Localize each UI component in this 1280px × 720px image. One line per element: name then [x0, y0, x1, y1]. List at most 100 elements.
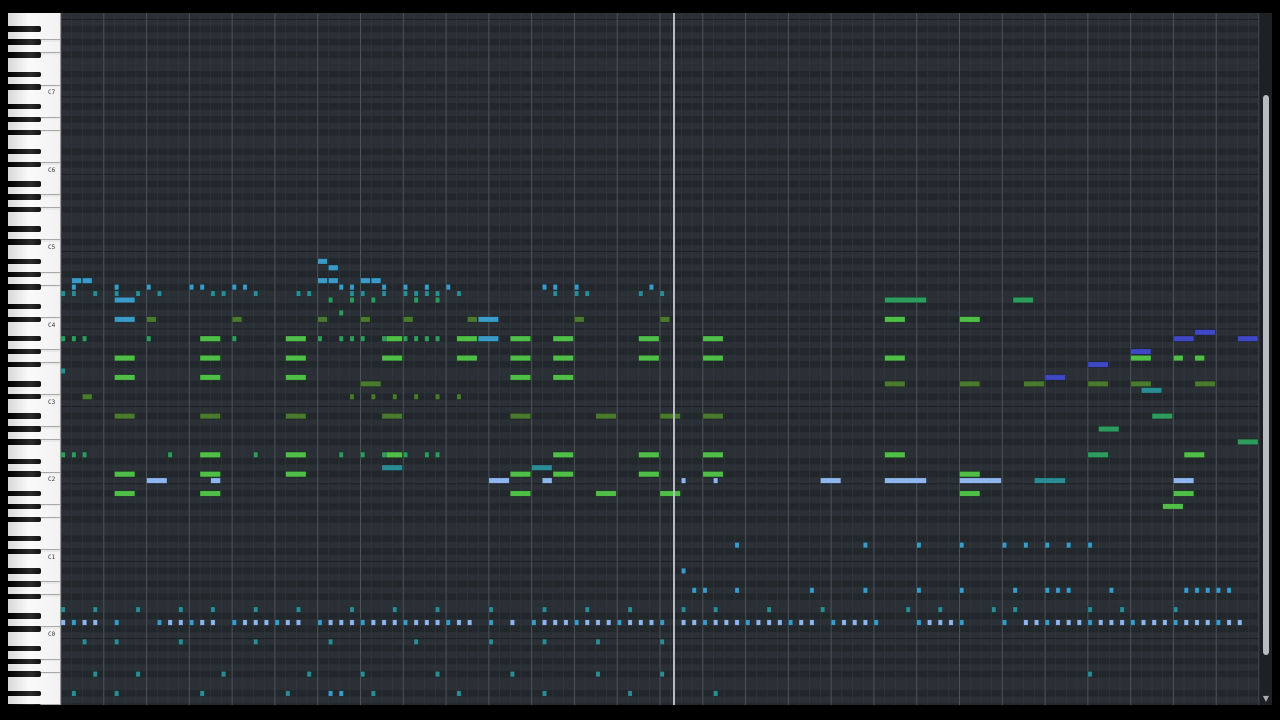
black-key[interactable] [8, 381, 41, 387]
note-teal[interactable] [488, 638, 494, 645]
note-blue[interactable] [114, 296, 136, 304]
note-blue[interactable] [959, 619, 965, 626]
note-light_blue[interactable] [595, 619, 601, 626]
note-light_blue[interactable] [199, 619, 205, 626]
note-teal[interactable] [1173, 606, 1179, 613]
black-key[interactable] [8, 439, 41, 445]
note-teal[interactable] [531, 464, 553, 471]
black-key[interactable] [8, 26, 41, 32]
note-light_blue[interactable] [509, 619, 515, 626]
note-green_mid[interactable] [435, 296, 441, 304]
note-light_blue[interactable] [809, 619, 815, 626]
note-teal[interactable] [381, 464, 403, 471]
black-key[interactable] [8, 39, 41, 45]
note-light_blue[interactable] [263, 619, 269, 626]
note-blue[interactable] [616, 619, 622, 626]
note-teal[interactable] [210, 606, 216, 613]
note-blue[interactable] [328, 690, 334, 697]
note-green_dark[interactable] [574, 316, 585, 323]
note-green_dark[interactable] [349, 393, 355, 400]
note-green_mid[interactable] [360, 335, 366, 342]
note-blue[interactable] [370, 277, 382, 284]
note-green_mid[interactable] [413, 296, 419, 304]
note-light_blue[interactable] [1183, 619, 1189, 626]
note-light_blue[interactable] [777, 619, 783, 626]
note-blue[interactable] [328, 264, 339, 271]
note-indigo[interactable] [1173, 335, 1195, 342]
note-teal[interactable] [991, 606, 997, 613]
note-green_dark[interactable] [1130, 380, 1152, 387]
note-green_bright[interactable] [959, 316, 981, 323]
note-teal[interactable] [296, 290, 301, 297]
note-blue[interactable] [1205, 587, 1211, 594]
black-key[interactable] [8, 161, 41, 168]
note-blue[interactable] [959, 542, 965, 549]
note-blue[interactable] [862, 542, 868, 549]
note-teal[interactable] [1119, 606, 1125, 613]
note-blue[interactable] [681, 567, 687, 574]
note-green_dark[interactable] [370, 393, 376, 400]
note-green_mid[interactable] [328, 296, 334, 304]
note-blue[interactable] [114, 284, 120, 291]
note-blue[interactable] [1108, 587, 1114, 594]
note-teal[interactable] [1141, 387, 1163, 394]
note-green_dark[interactable] [360, 316, 371, 323]
note-indigo[interactable] [1087, 361, 1109, 368]
note-teal[interactable] [71, 290, 77, 297]
note-teal[interactable] [1012, 606, 1018, 613]
note-green_bright[interactable] [1194, 355, 1205, 362]
black-key[interactable] [8, 490, 41, 497]
note-teal[interactable] [402, 290, 408, 297]
note-teal[interactable] [114, 290, 120, 297]
note-blue[interactable] [317, 619, 323, 626]
note-blue[interactable] [1066, 587, 1072, 594]
note-light_blue[interactable] [285, 619, 291, 626]
note-green_dark[interactable] [467, 316, 478, 323]
black-key[interactable] [8, 535, 41, 542]
note-blue[interactable] [1087, 542, 1093, 549]
note-green_bright[interactable] [381, 355, 403, 362]
note-green_bright[interactable] [285, 335, 307, 342]
note-grid-canvas[interactable] [61, 13, 1259, 705]
note-green_bright[interactable] [456, 335, 478, 342]
note-teal[interactable] [627, 690, 633, 697]
black-key[interactable] [8, 284, 41, 290]
note-teal[interactable] [413, 290, 419, 297]
note-green_bright[interactable] [509, 355, 531, 362]
note-light_blue[interactable] [178, 619, 184, 626]
note-teal[interactable] [905, 606, 911, 613]
note-teal[interactable] [509, 671, 515, 678]
note-green_mid[interactable] [413, 335, 419, 342]
note-light_blue[interactable] [1098, 619, 1104, 626]
black-key[interactable] [8, 548, 41, 555]
note-green_bright[interactable] [114, 471, 136, 478]
note-green_mid[interactable] [349, 335, 355, 342]
note-green_mid[interactable] [1151, 413, 1173, 420]
note-blue[interactable] [873, 619, 879, 626]
note-blue[interactable] [199, 284, 205, 291]
note-green_dark[interactable] [884, 380, 906, 387]
note-green_bright[interactable] [638, 471, 660, 478]
note-blue[interactable] [317, 277, 328, 284]
note-green_bright[interactable] [1162, 503, 1184, 510]
note-teal[interactable] [435, 606, 441, 613]
note-green_mid[interactable] [424, 335, 430, 342]
note-blue[interactable] [531, 619, 537, 626]
note-blue[interactable] [349, 284, 355, 291]
scroll-down-arrow-icon[interactable]: ▼ [1261, 695, 1271, 703]
note-blue[interactable] [1226, 587, 1232, 594]
note-light_blue[interactable] [338, 619, 344, 626]
black-key[interactable] [8, 626, 41, 632]
note-light_blue[interactable] [210, 619, 216, 626]
note-blue[interactable] [114, 619, 120, 626]
note-blue[interactable] [82, 277, 93, 284]
note-blue[interactable] [691, 587, 697, 594]
note-light_blue[interactable] [681, 477, 687, 484]
note-blue[interactable] [189, 619, 195, 626]
note-teal[interactable] [306, 671, 312, 678]
note-teal[interactable] [584, 290, 590, 297]
note-teal[interactable] [92, 290, 98, 297]
black-key[interactable] [8, 503, 41, 510]
note-green_dark[interactable] [456, 393, 462, 400]
note-light_blue[interactable] [1194, 619, 1200, 626]
